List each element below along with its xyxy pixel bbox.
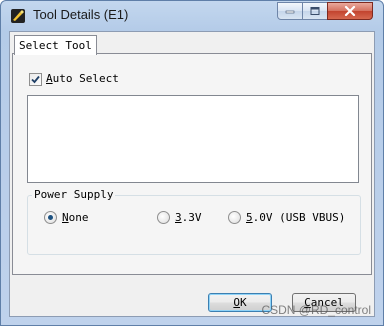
radio-selected-dot (48, 215, 53, 220)
dialog-client-area: Select Tool Auto Select Power Supply Non… (9, 31, 375, 317)
tool-list-box[interactable] (27, 95, 359, 183)
check-icon (31, 75, 40, 84)
close-icon (344, 6, 356, 16)
window-title: Tool Details (E1) (33, 7, 129, 22)
tab-select-tool[interactable]: Select Tool (14, 35, 97, 55)
auto-select-label: Auto Select (46, 72, 119, 85)
select-tool-panel: Auto Select Power Supply None 3.3V 5.0V … (12, 53, 372, 275)
close-button[interactable] (327, 2, 373, 20)
maximize-button[interactable] (302, 2, 328, 20)
watermark-text: CSDN @RD_control (261, 303, 371, 317)
app-icon (11, 9, 25, 23)
radio-button[interactable] (44, 211, 57, 224)
power-supply-title: Power Supply (32, 188, 116, 202)
checkbox-box[interactable] (29, 73, 42, 86)
radio-5-0v-label: 5.0V (USB VBUS) (246, 211, 346, 224)
radio-button[interactable] (228, 211, 241, 224)
radio-none-label: None (62, 211, 89, 224)
title-bar[interactable]: Tool Details (E1) (1, 1, 383, 31)
minimize-icon (285, 10, 295, 14)
radio-3-3v-label: 3.3V (175, 211, 202, 224)
radio-button[interactable] (157, 211, 170, 224)
power-supply-group: Power Supply None 3.3V 5.0V (USB VBUS) (27, 188, 361, 255)
tool-details-window: Tool Details (E1) Select Tool Auto Selec… (0, 0, 384, 326)
minimize-button[interactable] (277, 2, 303, 20)
maximize-icon (310, 7, 320, 15)
